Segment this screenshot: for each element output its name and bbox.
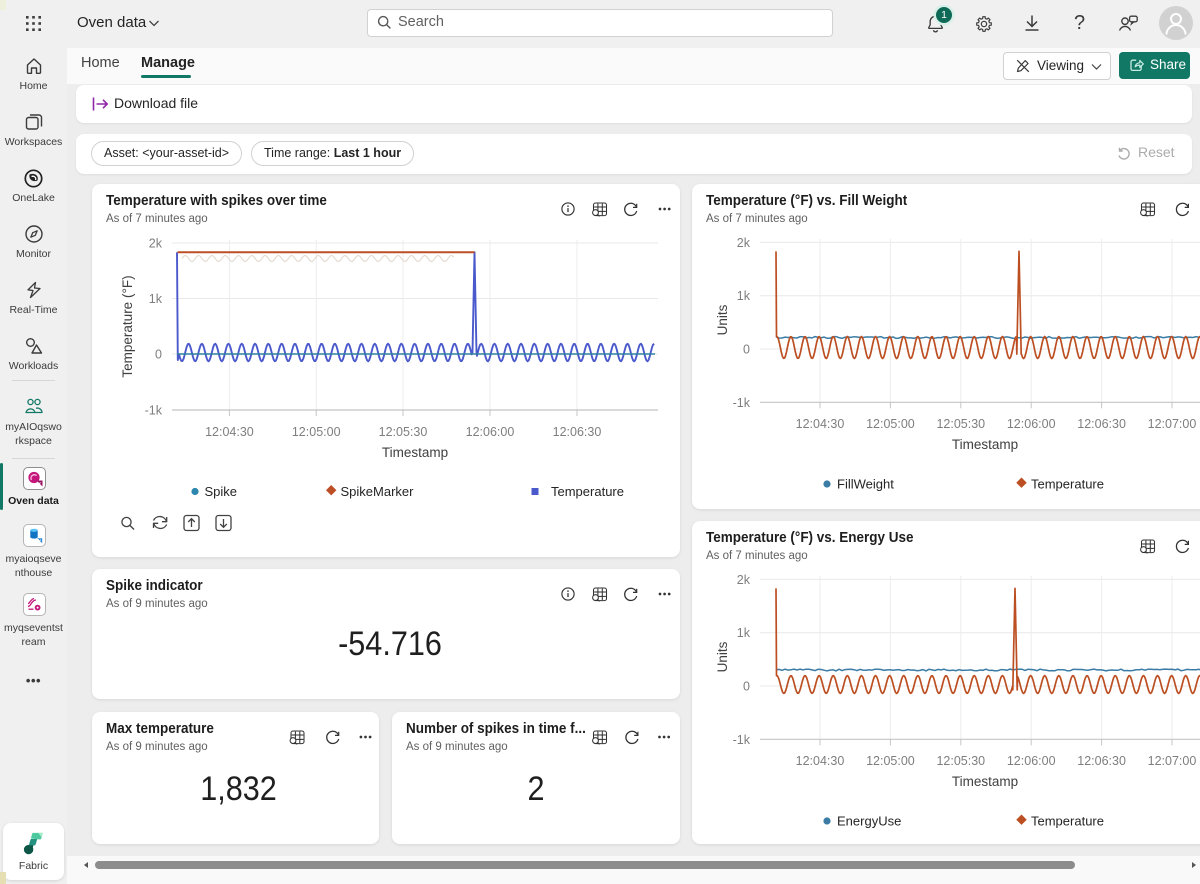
svg-text:SpikeMarker: SpikeMarker [341, 484, 415, 499]
svg-text:1k: 1k [149, 292, 163, 306]
svg-text:12:06:30: 12:06:30 [1077, 754, 1126, 768]
svg-text:12:07:00: 12:07:00 [1148, 754, 1197, 768]
svg-text:12:05:30: 12:05:30 [936, 754, 985, 768]
svg-text:2k: 2k [149, 237, 163, 251]
svg-text:Temperature: Temperature [1031, 477, 1104, 492]
svg-text:EnergyUse: EnergyUse [837, 814, 901, 829]
svg-text:-1k: -1k [145, 404, 163, 418]
svg-text:12:06:30: 12:06:30 [1077, 417, 1126, 431]
svg-text:12:06:00: 12:06:00 [466, 425, 515, 439]
svg-text:Units: Units [715, 641, 730, 672]
svg-text:FillWeight: FillWeight [837, 477, 894, 492]
svg-text:12:07:00: 12:07:00 [1148, 417, 1197, 431]
svg-text:12:05:30: 12:05:30 [379, 425, 428, 439]
svg-text:1k: 1k [737, 289, 751, 303]
svg-text:12:05:00: 12:05:00 [866, 417, 915, 431]
svg-text:Temperature: Temperature [551, 484, 624, 499]
svg-text:0: 0 [743, 680, 750, 694]
svg-text:-1k: -1k [733, 733, 751, 747]
svg-text:12:04:30: 12:04:30 [796, 417, 845, 431]
svg-text:12:04:30: 12:04:30 [205, 425, 254, 439]
svg-text:12:05:30: 12:05:30 [936, 417, 985, 431]
svg-text:Temperature: Temperature [1031, 814, 1104, 829]
svg-text:Timestamp: Timestamp [382, 445, 448, 460]
svg-text:Spike: Spike [205, 484, 238, 499]
svg-text:Timestamp: Timestamp [952, 437, 1018, 452]
svg-text:12:05:00: 12:05:00 [866, 754, 915, 768]
svg-text:0: 0 [743, 343, 750, 357]
svg-text:Temperature (°F): Temperature (°F) [120, 275, 135, 377]
svg-text:-1k: -1k [733, 396, 751, 410]
svg-text:Timestamp: Timestamp [952, 774, 1018, 789]
svg-text:Units: Units [715, 304, 730, 335]
svg-text:12:06:00: 12:06:00 [1007, 754, 1056, 768]
svg-text:12:06:30: 12:06:30 [553, 425, 602, 439]
svg-text:2k: 2k [737, 573, 751, 587]
svg-text:2k: 2k [737, 236, 751, 250]
svg-text:12:06:00: 12:06:00 [1007, 417, 1056, 431]
svg-text:12:04:30: 12:04:30 [796, 754, 845, 768]
svg-text:0: 0 [155, 348, 162, 362]
svg-text:12:05:00: 12:05:00 [292, 425, 341, 439]
svg-text:1k: 1k [737, 626, 751, 640]
